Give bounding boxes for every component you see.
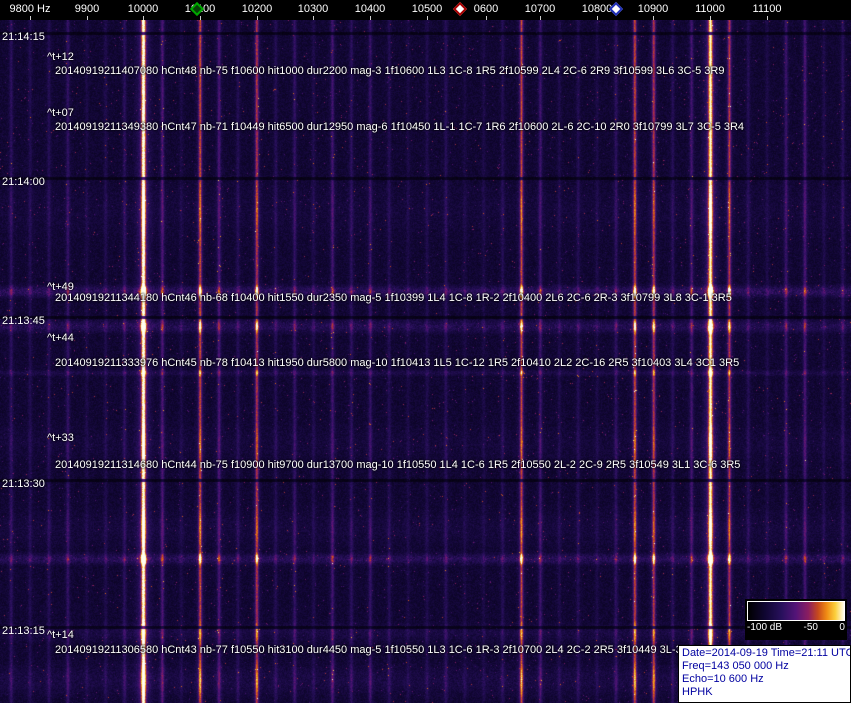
info-box: Date=2014-09-19 Time=21:11 UTC Freq=143 … <box>678 645 851 703</box>
freq-tick <box>313 16 314 20</box>
colorbar: -100 dB -50 0 <box>745 599 847 640</box>
freq-tick <box>257 16 258 20</box>
info-line-station: HPHK <box>682 686 713 698</box>
freq-label: 10000 <box>127 3 159 15</box>
spectrogram-canvas[interactable] <box>0 20 851 703</box>
freq-label: 10900 <box>637 3 669 15</box>
freq-label: 10800 <box>581 3 613 15</box>
freq-tick <box>540 16 541 20</box>
info-line-frequency: Freq=143 050 000 Hz <box>682 660 789 672</box>
freq-label: 10500 <box>411 3 443 15</box>
freq-label: 0600 <box>473 3 499 15</box>
freq-tick <box>370 16 371 20</box>
colorbar-label-max: 0 <box>839 622 845 633</box>
freq-tick <box>486 16 487 20</box>
colorbar-label-min: -100 dB <box>747 622 783 633</box>
freq-label: 10700 <box>524 3 556 15</box>
info-line-datetime: Date=2014-09-19 Time=21:11 UTC <box>682 647 851 659</box>
freq-tick <box>767 16 768 20</box>
freq-tick <box>30 16 31 20</box>
info-line-echo: Echo=10 600 Hz <box>682 673 764 685</box>
freq-label: 9800 Hz <box>9 3 51 15</box>
freq-label: 10200 <box>241 3 273 15</box>
freq-tick <box>87 16 88 20</box>
freq-tick <box>143 16 144 20</box>
colorbar-label-mid: -50 <box>803 622 818 633</box>
frequency-scale: 9800 Hz990010000101001020010300104001050… <box>0 0 851 20</box>
app-root: 21:14:15 21:14:00 21:13:45 21:13:30 21:13:15… <box>0 0 851 703</box>
freq-tick <box>597 16 598 20</box>
freq-label: 10300 <box>297 3 329 15</box>
colorbar-labels: -100 dB -50 0 <box>745 622 847 633</box>
freq-tick <box>710 16 711 20</box>
freq-label: 9900 <box>74 3 100 15</box>
colorbar-gradient <box>747 601 845 621</box>
freq-tick <box>653 16 654 20</box>
freq-label: 10400 <box>354 3 386 15</box>
freq-tick <box>200 16 201 20</box>
freq-tick <box>427 16 428 20</box>
freq-label: 11100 <box>752 3 782 15</box>
freq-label: 11000 <box>695 3 725 15</box>
freq-marker-red-diamond-icon <box>452 1 468 17</box>
